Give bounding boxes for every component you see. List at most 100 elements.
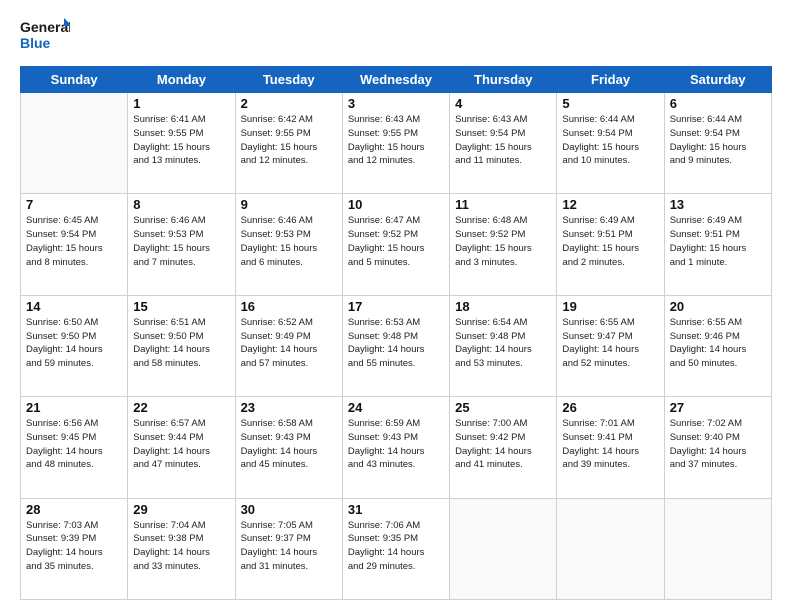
day-info: Sunrise: 6:42 AM Sunset: 9:55 PM Dayligh…: [241, 113, 337, 168]
day-info: Sunrise: 6:43 AM Sunset: 9:55 PM Dayligh…: [348, 113, 444, 168]
calendar-cell: 29 Sunrise: 7:04 AM Sunset: 9:38 PM Dayli…: [128, 498, 235, 599]
day-info: Sunrise: 7:04 AM Sunset: 9:38 PM Dayligh…: [133, 519, 229, 574]
day-info: Sunrise: 6:49 AM Sunset: 9:51 PM Dayligh…: [670, 214, 766, 269]
day-info: Sunrise: 6:57 AM Sunset: 9:44 PM Dayligh…: [133, 417, 229, 472]
day-number: 11: [455, 197, 551, 212]
day-number: 7: [26, 197, 122, 212]
day-info: Sunrise: 6:52 AM Sunset: 9:49 PM Dayligh…: [241, 316, 337, 371]
calendar-day-header: Sunday: [21, 67, 128, 93]
day-number: 20: [670, 299, 766, 314]
day-number: 18: [455, 299, 551, 314]
calendar-cell: 21 Sunrise: 6:56 AM Sunset: 9:45 PM Dayli…: [21, 397, 128, 498]
calendar-cell: 12 Sunrise: 6:49 AM Sunset: 9:51 PM Dayli…: [557, 194, 664, 295]
day-number: 25: [455, 400, 551, 415]
calendar-day-header: Thursday: [450, 67, 557, 93]
page: General Blue SundayMondayTuesdayWednesda…: [0, 0, 792, 612]
day-info: Sunrise: 6:49 AM Sunset: 9:51 PM Dayligh…: [562, 214, 658, 269]
day-number: 8: [133, 197, 229, 212]
calendar-cell: 22 Sunrise: 6:57 AM Sunset: 9:44 PM Dayli…: [128, 397, 235, 498]
header: General Blue: [20, 16, 772, 56]
calendar-cell: 31 Sunrise: 7:06 AM Sunset: 9:35 PM Dayli…: [342, 498, 449, 599]
calendar-cell: 10Sunrise: 6:47 AM Sunset: 9:52 PM Dayli…: [342, 194, 449, 295]
day-info: Sunrise: 6:55 AM Sunset: 9:46 PM Dayligh…: [670, 316, 766, 371]
day-info: Sunrise: 6:53 AM Sunset: 9:48 PM Dayligh…: [348, 316, 444, 371]
day-number: 28: [26, 502, 122, 517]
day-info: Sunrise: 6:47 AM Sunset: 9:52 PM Dayligh…: [348, 214, 444, 269]
calendar-cell: [21, 93, 128, 194]
day-info: Sunrise: 7:05 AM Sunset: 9:37 PM Dayligh…: [241, 519, 337, 574]
calendar-cell: 7 Sunrise: 6:45 AM Sunset: 9:54 PM Daylig…: [21, 194, 128, 295]
calendar-cell: 8 Sunrise: 6:46 AM Sunset: 9:53 PM Daylig…: [128, 194, 235, 295]
day-info: Sunrise: 7:02 AM Sunset: 9:40 PM Dayligh…: [670, 417, 766, 472]
calendar-cell: 19 Sunrise: 6:55 AM Sunset: 9:47 PM Dayli…: [557, 295, 664, 396]
calendar-cell: 4Sunrise: 6:43 AM Sunset: 9:54 PM Daylig…: [450, 93, 557, 194]
day-number: 13: [670, 197, 766, 212]
calendar-cell: [557, 498, 664, 599]
calendar-cell: 2 Sunrise: 6:42 AM Sunset: 9:55 PM Daylig…: [235, 93, 342, 194]
calendar-week-row: 28 Sunrise: 7:03 AM Sunset: 9:39 PM Dayli…: [21, 498, 772, 599]
day-info: Sunrise: 7:01 AM Sunset: 9:41 PM Dayligh…: [562, 417, 658, 472]
calendar-header-row: SundayMondayTuesdayWednesdayThursdayFrid…: [21, 67, 772, 93]
calendar-day-header: Saturday: [664, 67, 771, 93]
day-number: 4: [455, 96, 551, 111]
day-number: 17: [348, 299, 444, 314]
calendar-cell: 30 Sunrise: 7:05 AM Sunset: 9:37 PM Dayli…: [235, 498, 342, 599]
day-info: Sunrise: 7:00 AM Sunset: 9:42 PM Dayligh…: [455, 417, 551, 472]
day-number: 27: [670, 400, 766, 415]
day-info: Sunrise: 6:59 AM Sunset: 9:43 PM Dayligh…: [348, 417, 444, 472]
calendar-cell: 13 Sunrise: 6:49 AM Sunset: 9:51 PM Dayli…: [664, 194, 771, 295]
day-info: Sunrise: 6:58 AM Sunset: 9:43 PM Dayligh…: [241, 417, 337, 472]
day-number: 19: [562, 299, 658, 314]
day-number: 12: [562, 197, 658, 212]
day-info: Sunrise: 6:45 AM Sunset: 9:54 PM Dayligh…: [26, 214, 122, 269]
logo: General Blue: [20, 16, 70, 56]
calendar-cell: 27 Sunrise: 7:02 AM Sunset: 9:40 PM Dayli…: [664, 397, 771, 498]
calendar-cell: 14 Sunrise: 6:50 AM Sunset: 9:50 PM Dayli…: [21, 295, 128, 396]
day-info: Sunrise: 6:48 AM Sunset: 9:52 PM Dayligh…: [455, 214, 551, 269]
calendar-cell: 9 Sunrise: 6:46 AM Sunset: 9:53 PM Daylig…: [235, 194, 342, 295]
calendar-cell: 3Sunrise: 6:43 AM Sunset: 9:55 PM Daylig…: [342, 93, 449, 194]
day-number: 5: [562, 96, 658, 111]
day-number: 22: [133, 400, 229, 415]
day-number: 30: [241, 502, 337, 517]
day-info: Sunrise: 6:44 AM Sunset: 9:54 PM Dayligh…: [562, 113, 658, 168]
calendar-cell: 6Sunrise: 6:44 AM Sunset: 9:54 PM Daylig…: [664, 93, 771, 194]
calendar-day-header: Friday: [557, 67, 664, 93]
day-info: Sunrise: 6:56 AM Sunset: 9:45 PM Dayligh…: [26, 417, 122, 472]
day-number: 31: [348, 502, 444, 517]
calendar-cell: [664, 498, 771, 599]
day-number: 29: [133, 502, 229, 517]
calendar-week-row: 7 Sunrise: 6:45 AM Sunset: 9:54 PM Daylig…: [21, 194, 772, 295]
calendar-day-header: Wednesday: [342, 67, 449, 93]
day-number: 21: [26, 400, 122, 415]
day-number: 15: [133, 299, 229, 314]
day-info: Sunrise: 7:06 AM Sunset: 9:35 PM Dayligh…: [348, 519, 444, 574]
day-info: Sunrise: 6:55 AM Sunset: 9:47 PM Dayligh…: [562, 316, 658, 371]
calendar-cell: 1Sunrise: 6:41 AM Sunset: 9:55 PM Daylig…: [128, 93, 235, 194]
logo-icon: General Blue: [20, 16, 70, 56]
calendar-day-header: Monday: [128, 67, 235, 93]
day-number: 9: [241, 197, 337, 212]
calendar-cell: 11 Sunrise: 6:48 AM Sunset: 9:52 PM Dayli…: [450, 194, 557, 295]
calendar-cell: 23 Sunrise: 6:58 AM Sunset: 9:43 PM Dayli…: [235, 397, 342, 498]
day-number: 14: [26, 299, 122, 314]
calendar-week-row: 14 Sunrise: 6:50 AM Sunset: 9:50 PM Dayli…: [21, 295, 772, 396]
day-number: 2: [241, 96, 337, 111]
svg-text:Blue: Blue: [20, 35, 51, 51]
day-info: Sunrise: 7:03 AM Sunset: 9:39 PM Dayligh…: [26, 519, 122, 574]
calendar-cell: 5 Sunrise: 6:44 AM Sunset: 9:54 PM Daylig…: [557, 93, 664, 194]
calendar-cell: [450, 498, 557, 599]
day-number: 24: [348, 400, 444, 415]
calendar-cell: 24 Sunrise: 6:59 AM Sunset: 9:43 PM Dayli…: [342, 397, 449, 498]
day-info: Sunrise: 6:44 AM Sunset: 9:54 PM Dayligh…: [670, 113, 766, 168]
day-number: 16: [241, 299, 337, 314]
day-number: 23: [241, 400, 337, 415]
calendar-cell: 26Sunrise: 7:01 AM Sunset: 9:41 PM Dayli…: [557, 397, 664, 498]
calendar-day-header: Tuesday: [235, 67, 342, 93]
day-info: Sunrise: 6:46 AM Sunset: 9:53 PM Dayligh…: [241, 214, 337, 269]
calendar-cell: 16 Sunrise: 6:52 AM Sunset: 9:49 PM Dayli…: [235, 295, 342, 396]
calendar-cell: 20 Sunrise: 6:55 AM Sunset: 9:46 PM Dayli…: [664, 295, 771, 396]
calendar-cell: 17 Sunrise: 6:53 AM Sunset: 9:48 PM Dayli…: [342, 295, 449, 396]
day-info: Sunrise: 6:50 AM Sunset: 9:50 PM Dayligh…: [26, 316, 122, 371]
day-info: Sunrise: 6:46 AM Sunset: 9:53 PM Dayligh…: [133, 214, 229, 269]
